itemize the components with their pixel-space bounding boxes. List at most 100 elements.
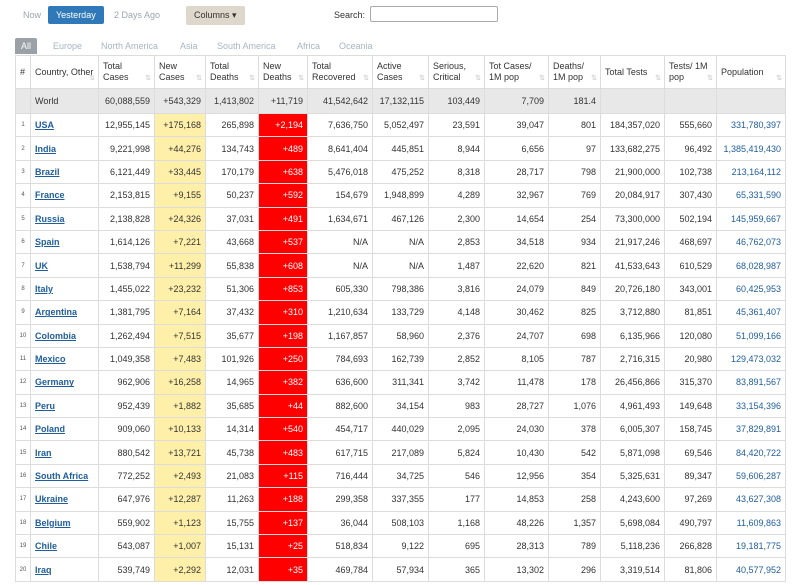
sort-arrows-icon[interactable]: ⇅: [475, 73, 481, 84]
cell-total-cases: 2,138,828: [98, 206, 155, 231]
cell-tests-1m: 69,546: [664, 440, 717, 465]
tab-all[interactable]: All: [15, 38, 38, 54]
cell-serious: 23,591: [428, 112, 485, 138]
column-header[interactable]: Total Recovered ⇅: [307, 55, 373, 89]
country-link[interactable]: Argentina: [35, 307, 77, 317]
cell-new-deaths: +537: [258, 229, 308, 255]
country-link[interactable]: Poland: [35, 424, 65, 434]
sort-arrows-icon[interactable]: ⇅: [298, 73, 304, 84]
column-header[interactable]: Country, Other ⇅: [30, 55, 99, 89]
column-header[interactable]: Serious, Critical ⇅: [428, 55, 485, 89]
sort-arrows-icon[interactable]: ⇅: [707, 73, 713, 84]
sort-arrows-icon[interactable]: ⇅: [591, 73, 597, 84]
cell-total-deaths: 134,743: [205, 136, 259, 161]
country-link[interactable]: Belgium: [35, 518, 71, 528]
sort-arrows-icon[interactable]: ⇅: [776, 73, 782, 84]
cell-deaths-1m: 542: [548, 440, 601, 465]
column-header[interactable]: Tot Cases/ 1M pop ⇅: [484, 55, 549, 89]
cell-tests-1m: 343,001: [664, 276, 717, 302]
table-row: 19 Chile 543,087 +1,007 15,131 +25 518,834 9,12…: [15, 534, 786, 559]
cell-total-tests: 5,871,098: [600, 440, 665, 465]
cell-serious: 695: [428, 534, 485, 559]
yesterday-button[interactable]: Yesterday: [48, 6, 104, 24]
tab-south-america[interactable]: South America: [217, 38, 276, 54]
search-input[interactable]: [370, 6, 498, 22]
cell-active-cases: 311,341: [372, 370, 429, 395]
now-button[interactable]: Now: [23, 10, 41, 20]
cell-tests-1m: 97,269: [664, 487, 717, 512]
tab-asia[interactable]: Asia: [180, 38, 198, 54]
table-row: 17 Ukraine 647,976 +12,287 11,263 +188 299,358…: [15, 487, 786, 512]
cell-new-deaths: +489: [258, 136, 308, 161]
country-link[interactable]: South Africa: [35, 471, 88, 481]
country-link[interactable]: Ukraine: [35, 494, 68, 504]
country-link[interactable]: USA: [35, 120, 54, 130]
column-header[interactable]: Tests/ 1M pop ⇅: [664, 55, 717, 89]
cell-population: 145,959,667: [716, 206, 786, 231]
columns-dropdown-button[interactable]: Columns ▾: [186, 6, 245, 25]
cell-new-deaths: +592: [258, 183, 308, 208]
cell-total-tests: 4,961,493: [600, 393, 665, 419]
country-link[interactable]: Spain: [35, 237, 60, 247]
cell-active-cases: 467,126: [372, 206, 429, 231]
column-header[interactable]: New Deaths ⇅: [258, 55, 308, 89]
row-number: 7: [15, 253, 31, 278]
two-days-ago-button[interactable]: 2 Days Ago: [114, 10, 160, 20]
column-header[interactable]: Total Tests ⇅: [600, 55, 665, 89]
sort-arrows-icon[interactable]: ⇅: [145, 73, 151, 84]
cell-new-cases: +1,007: [154, 534, 206, 559]
country-link[interactable]: Mexico: [35, 354, 66, 364]
cell-active-cases: 5,052,497: [372, 112, 429, 138]
cell-deaths-1m: 825: [548, 300, 601, 325]
country-link[interactable]: Iraq: [35, 565, 52, 575]
country-link[interactable]: Russia: [35, 214, 65, 224]
cell-tests-1m: 102,738: [664, 159, 717, 185]
country-link[interactable]: Chile: [35, 541, 57, 551]
column-header[interactable]: Total Deaths ⇅: [205, 55, 259, 89]
cell-cases-1m: 6,656: [484, 136, 549, 161]
cell-cases-1m: 48,226: [484, 510, 549, 536]
tab-africa[interactable]: Africa: [297, 38, 320, 54]
cell-total-tests: 5,698,084: [600, 510, 665, 536]
country-cell: USA: [30, 112, 99, 138]
country-link[interactable]: Peru: [35, 401, 55, 411]
cell-new-cases: +13,721: [154, 440, 206, 465]
cell-new-deaths: +608: [258, 253, 308, 278]
cell-total-tests: 21,917,246: [600, 229, 665, 255]
sort-arrows-icon[interactable]: ⇅: [363, 73, 369, 84]
cell-total-recovered: N/A: [307, 253, 373, 278]
column-header[interactable]: Active Cases ⇅: [372, 55, 429, 89]
column-header[interactable]: Deaths/ 1M pop ⇅: [548, 55, 601, 89]
country-link[interactable]: India: [35, 144, 56, 154]
column-header[interactable]: New Cases ⇅: [154, 55, 206, 89]
tab-europe[interactable]: Europe: [53, 38, 82, 54]
chevron-down-icon: ▾: [232, 10, 237, 20]
sort-arrows-icon[interactable]: ⇅: [539, 73, 545, 84]
cell-population: 33,154,396: [716, 393, 786, 419]
country-link[interactable]: Colombia: [35, 331, 76, 341]
country-link[interactable]: Germany: [35, 377, 74, 387]
cell-total-recovered: 716,444: [307, 463, 373, 489]
sort-arrows-icon[interactable]: ⇅: [419, 73, 425, 84]
country-cell: Poland: [30, 417, 99, 442]
sort-arrows-icon[interactable]: ⇅: [196, 73, 202, 84]
tab-oceania[interactable]: Oceania: [339, 38, 373, 54]
sort-arrows-icon[interactable]: ⇅: [249, 73, 255, 84]
country-cell: India: [30, 136, 99, 161]
cell-tests-1m: 315,370: [664, 370, 717, 395]
sort-arrows-icon[interactable]: ⇅: [655, 73, 661, 84]
country-link[interactable]: France: [35, 190, 65, 200]
country-cell: Chile: [30, 534, 99, 559]
cell-total-tests: 20,084,917: [600, 183, 665, 208]
tab-north-america[interactable]: North America: [101, 38, 158, 54]
country-link[interactable]: Brazil: [35, 167, 60, 177]
table-row: 6 Spain 1,614,126 +7,221 43,668 +537 N/A N/A 2,8…: [15, 229, 786, 255]
country-link[interactable]: Iran: [35, 448, 52, 458]
sort-arrows-icon[interactable]: ⇅: [89, 73, 95, 84]
row-number: [15, 88, 31, 114]
country-link[interactable]: Italy: [35, 284, 53, 294]
country-link[interactable]: UK: [35, 261, 48, 271]
row-number: 11: [15, 346, 31, 372]
column-header[interactable]: Population ⇅: [716, 55, 786, 89]
column-header[interactable]: Total Cases ⇅: [98, 55, 155, 89]
